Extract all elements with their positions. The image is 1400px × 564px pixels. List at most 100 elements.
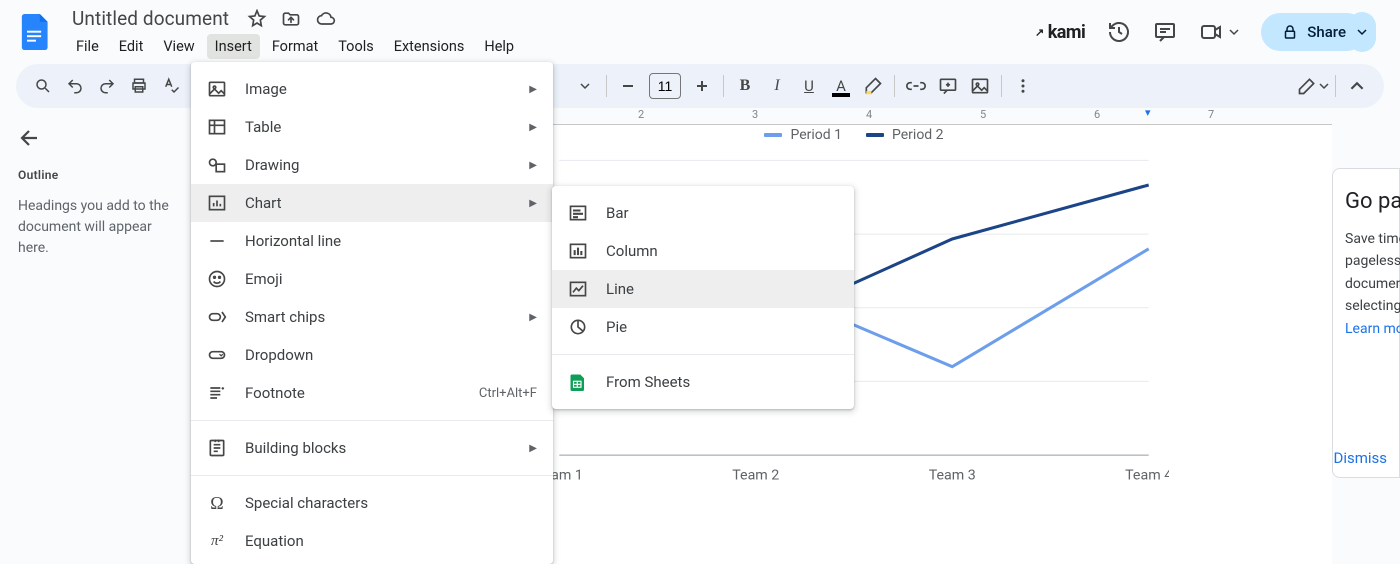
meet-button[interactable] [1199,20,1239,44]
undo-icon[interactable] [60,71,90,101]
ruler-tick: 4 [866,108,872,121]
header-actions: ↗kami Share [1035,12,1384,52]
doc-title[interactable]: Untitled document [64,5,237,32]
comments-icon[interactable] [1153,20,1177,44]
title-area: Untitled document File Edit View Insert … [64,5,522,59]
menu-item-label: Pie [606,318,838,336]
table-icon [207,117,227,137]
bold-icon[interactable]: B [730,71,760,101]
history-icon[interactable] [1107,20,1131,44]
menu-file[interactable]: File [68,34,107,59]
menu-extensions[interactable]: Extensions [386,34,473,59]
font-size-input[interactable] [649,73,681,99]
italic-icon[interactable]: I [762,71,792,101]
pen-icon [1297,76,1317,96]
ruler-tick: 2 [638,108,644,121]
outline-back-icon[interactable] [18,126,46,154]
star-icon[interactable] [247,9,267,29]
chevron-right-icon: ▶ [529,443,537,454]
menu-shortcut: Ctrl+Alt+F [479,386,537,401]
menu-item-label: Chart [245,194,511,212]
redo-icon[interactable] [92,71,122,101]
caret-down-icon [1229,27,1239,37]
search-menus-icon[interactable] [28,71,58,101]
dismiss-button[interactable]: Dismiss [1333,449,1387,467]
menu-item-label: Special characters [245,494,537,512]
insert-item-dropdown[interactable]: Dropdown [191,336,553,374]
insert-item-drawing[interactable]: Drawing ▶ [191,146,553,184]
menu-item-label: Footnote [245,384,461,402]
move-icon[interactable] [281,9,301,29]
decrease-font-icon[interactable] [613,71,643,101]
svg-text:Team 2: Team 2 [732,467,779,483]
svg-text:Team 3: Team 3 [929,467,976,483]
spellcheck-icon[interactable] [156,71,186,101]
chart-item-bar[interactable]: Bar [552,194,854,232]
chart-item-column[interactable]: Column [552,232,854,270]
sheets-icon [568,372,588,392]
outline-panel: Outline Headings you add to the document… [0,108,188,564]
menu-bar: File Edit View Insert Format Tools Exten… [64,34,522,59]
insert-item-footnote[interactable]: Footnote Ctrl+Alt+F [191,374,553,412]
line-icon [568,279,588,299]
more-icon[interactable] [1008,71,1038,101]
docs-logo[interactable] [16,12,56,52]
kami-extension[interactable]: ↗kami [1035,22,1085,43]
text-color-icon[interactable]: A [826,71,856,101]
hr-icon [207,231,227,251]
chevron-right-icon: ▶ [529,84,537,95]
svg-text:Team 4: Team 4 [1125,467,1169,483]
menu-insert[interactable]: Insert [207,34,260,59]
editing-mode-button[interactable] [1297,76,1329,96]
cloud-status-icon[interactable] [315,9,337,29]
indent-marker-icon[interactable]: ▾ [1145,108,1151,119]
insert-menu-dropdown: Image ▶ Table ▶ Drawing ▶ Chart ▶ Horizo… [191,62,553,564]
image-icon [207,79,227,99]
insert-item-smart-chips[interactable]: Smart chips ▶ [191,298,553,336]
insert-item-table[interactable]: Table ▶ [191,108,553,146]
menu-item-label: Image [245,80,511,98]
insert-link-icon[interactable] [901,71,931,101]
menu-edit[interactable]: Edit [111,34,152,59]
chart-submenu: Bar Column Line Pie From Sheets [552,186,854,409]
collapse-toolbar-icon[interactable] [1342,71,1372,101]
insert-image-icon[interactable] [965,71,995,101]
insert-item-equation[interactable]: π² Equation [191,522,553,560]
ruler-tick: 6 [1094,108,1100,121]
menu-help[interactable]: Help [476,34,522,59]
insert-item-emoji[interactable]: Emoji [191,260,553,298]
dropdown-icon [207,345,227,365]
print-icon[interactable] [124,71,154,101]
add-comment-icon[interactable] [933,71,963,101]
underline-icon[interactable]: U [794,71,824,101]
menu-view[interactable]: View [155,34,202,59]
share-dropdown[interactable] [1348,12,1376,52]
ruler-tick: 3 [752,108,758,121]
menu-format[interactable]: Format [264,34,326,59]
menu-tools[interactable]: Tools [330,34,382,59]
menu-item-label: Bar [606,204,838,222]
outline-title: Outline [18,168,170,182]
caret-down-icon[interactable] [570,71,600,101]
pageless-tip-panel: Go pageless Save time scrolling with pag… [1332,168,1400,478]
pi-icon: π² [207,531,227,551]
menu-item-label: Emoji [245,270,537,288]
insert-item-chart[interactable]: Chart ▶ [191,184,553,222]
chart-item-pie[interactable]: Pie [552,308,854,346]
insert-item-special-characters[interactable]: Ω Special characters [191,484,553,522]
chevron-right-icon: ▶ [529,198,537,209]
insert-item-building-blocks[interactable]: Building blocks ▶ [191,429,553,467]
insert-item-image[interactable]: Image ▶ [191,70,553,108]
menu-item-label: Building blocks [245,439,511,457]
share-label: Share [1307,23,1346,41]
chart-item-from-sheets[interactable]: From Sheets [552,363,854,401]
increase-font-icon[interactable] [687,71,717,101]
chart-item-line[interactable]: Line [552,270,854,308]
chart-legend: Period 1 Period 2 [539,121,1169,143]
menu-item-label: Horizontal line [245,232,537,250]
insert-item-horizontal-line[interactable]: Horizontal line [191,222,553,260]
highlight-icon[interactable] [858,71,888,101]
learn-more-link[interactable]: Learn more [1345,321,1400,337]
legend-label: Period 2 [892,127,944,143]
column-icon [568,241,588,261]
